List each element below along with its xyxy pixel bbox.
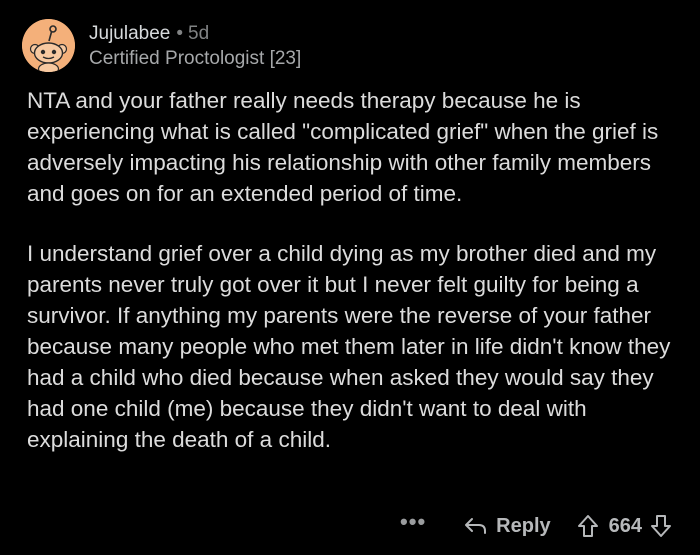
reply-button[interactable]: Reply (464, 514, 551, 538)
comment: Jujulabee • 5d Certified Proctologist [23]… (0, 0, 700, 555)
reply-label: Reply (496, 514, 551, 537)
user-flair: Certified Proctologist [23] (89, 48, 302, 69)
more-options-icon[interactable]: ••• (400, 509, 426, 535)
meta-separator: • (176, 23, 183, 44)
comment-paragraph: I understand grief over a child dying as… (27, 241, 671, 452)
comment-age: 5d (188, 23, 210, 44)
avatar[interactable] (22, 19, 75, 72)
comment-meta: Jujulabee • 5d (89, 22, 209, 46)
snoo-avatar-icon (22, 19, 75, 72)
downvote-arrow-icon[interactable] (650, 514, 672, 538)
upvote-arrow-icon[interactable] (577, 514, 599, 538)
comment-body: NTA and your father really needs therapy… (27, 85, 687, 455)
vote-controls: 664 (577, 514, 672, 538)
username-link[interactable]: Jujulabee (89, 23, 170, 44)
comment-actions: ••• Reply 664 (400, 508, 672, 544)
vote-score: 664 (608, 514, 642, 537)
reply-arrow-icon (465, 518, 487, 534)
comment-paragraph: NTA and your father really needs therapy… (27, 88, 659, 206)
